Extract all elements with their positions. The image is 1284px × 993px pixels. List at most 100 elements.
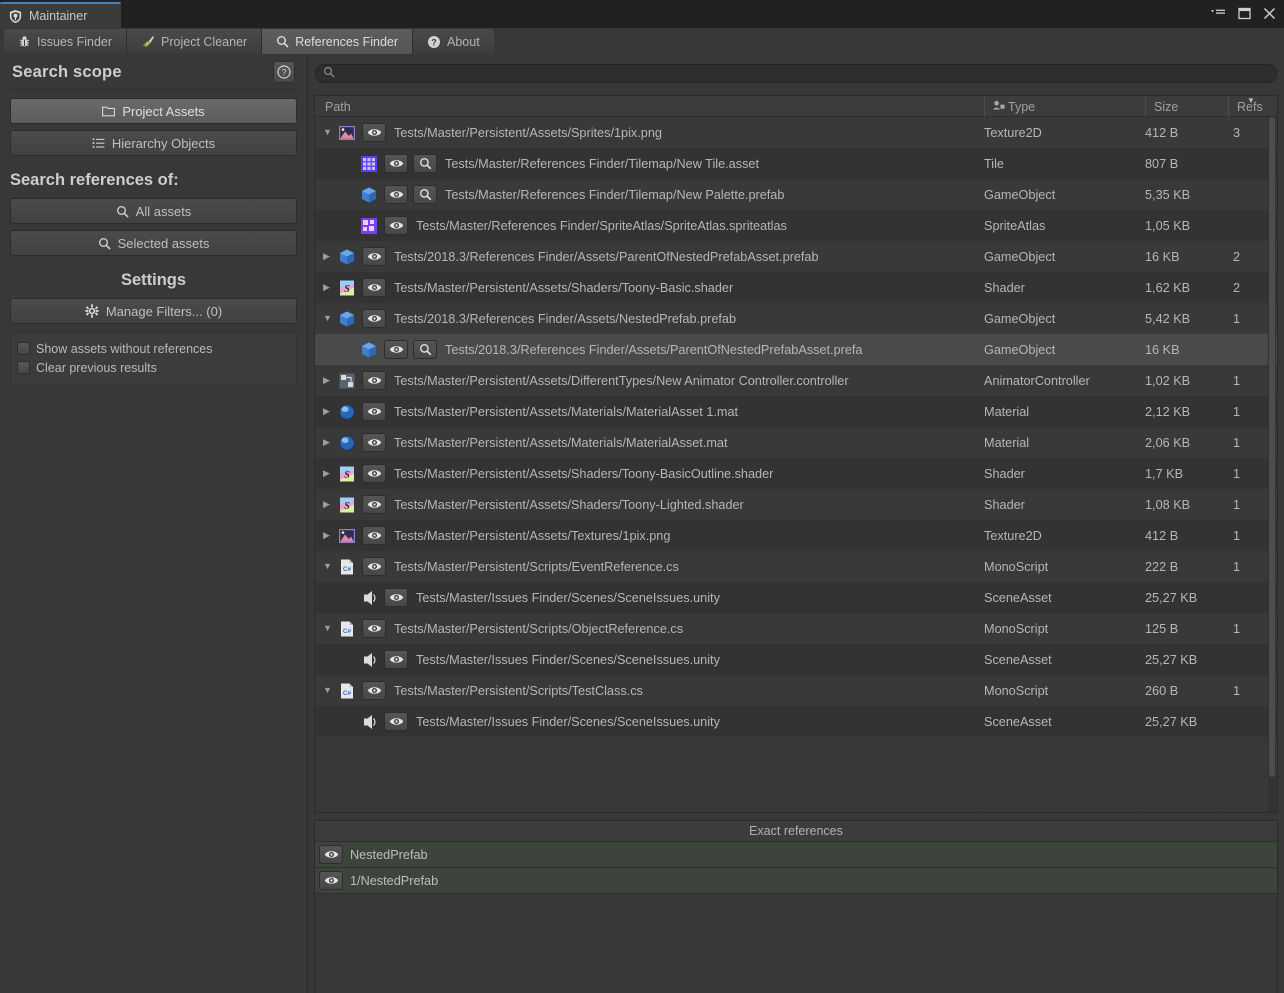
search-all-assets-button[interactable]: All assets [10,198,297,224]
tab-issues-finder[interactable]: Issues Finder [4,29,128,54]
show-in-project-eye-icon[interactable] [384,185,408,204]
row-size: 1,62 KB [1145,280,1191,295]
results-scrollbar[interactable] [1268,117,1276,812]
show-in-project-eye-icon[interactable] [362,433,386,452]
table-row[interactable]: ▼ Tests/2018.3/References Finder/Assets/N… [315,303,1277,334]
table-row[interactable]: Tests/Master/References Finder/Tilemap/N… [315,179,1277,210]
scope-hierarchy-objects-label: Hierarchy Objects [111,135,216,151]
twisty-closed-icon[interactable]: ▶ [323,438,332,447]
show-in-project-eye-icon[interactable] [362,526,386,545]
table-row[interactable]: ▼ C# Tests/Master/Persistent/Scripts/Objec… [315,613,1277,644]
panel-menu-icon[interactable] [1211,7,1226,21]
checkbox-box[interactable] [17,361,30,374]
column-header-type[interactable]: Type [984,96,1035,117]
show-in-project-eye-icon[interactable] [384,650,408,669]
table-row[interactable]: Tests/2018.3/References Finder/Assets/Pa… [315,334,1277,365]
show-in-project-eye-icon[interactable] [384,588,408,607]
table-row[interactable]: ▶ S Tests/Master/Persistent/Assets/Shaders… [315,489,1277,520]
show-in-project-eye-icon[interactable] [362,619,386,638]
column-header-refs[interactable]: ▼ Refs [1228,96,1263,117]
help-button[interactable]: ? [273,61,295,83]
tab-about[interactable]: ? About [413,29,494,54]
scope-project-assets-button[interactable]: Project Assets [10,98,297,124]
results-search-field[interactable] [315,64,1277,83]
exact-reference-row[interactable]: 1/NestedPrefab [315,868,1277,894]
twisty-closed-icon[interactable]: ▶ [323,407,332,416]
scope-hierarchy-objects-button[interactable]: Hierarchy Objects [10,130,297,156]
show-in-project-eye-icon[interactable] [362,464,386,483]
twisty-closed-icon[interactable]: ▶ [323,376,332,385]
table-row[interactable]: ▶ Tests/2018.3/References Finder/Assets/P… [315,241,1277,272]
show-in-project-eye-icon[interactable] [362,402,386,421]
show-in-project-eye-icon[interactable] [362,247,386,266]
column-header-size[interactable]: Size [1145,96,1178,117]
show-in-project-eye-icon[interactable] [362,278,386,297]
table-row[interactable]: Tests/Master/References Finder/SpriteAtl… [315,210,1277,241]
show-in-project-eye-icon[interactable] [384,340,408,359]
table-row[interactable]: ▶ S Tests/Master/Persistent/Assets/Shaders… [315,272,1277,303]
row-refs: 1 [1233,683,1241,698]
script-icon: C# [338,682,356,700]
search-selected-assets-button[interactable]: Selected assets [10,230,297,256]
show-in-project-eye-icon[interactable] [319,871,343,890]
checkbox-show-assets-without-references[interactable]: Show assets without references [17,339,290,358]
column-header-path[interactable]: Path [325,96,351,117]
row-path: Tests/Master/Persistent/Assets/Sprites/1… [394,125,662,140]
show-in-project-eye-icon[interactable] [362,495,386,514]
twisty-open-icon[interactable]: ▼ [323,686,332,695]
show-in-project-eye-icon[interactable] [362,309,386,328]
scene-icon [360,713,378,731]
row-path: Tests/2018.3/References Finder/Assets/Ne… [394,311,737,326]
table-row[interactable]: ▶ Tests/Master/Persistent/Assets/Differen… [315,365,1277,396]
row-refs: 1 [1233,466,1241,481]
twisty-open-icon[interactable]: ▼ [323,562,332,571]
show-in-project-eye-icon[interactable] [384,712,408,731]
checkbox-clear-previous-results[interactable]: Clear previous results [17,358,290,377]
table-row[interactable]: Tests/Master/Issues Finder/Scenes/SceneI… [315,644,1277,675]
twisty-open-icon[interactable]: ▼ [323,128,332,137]
close-icon[interactable] [1263,7,1276,22]
results-scrollbar-thumb[interactable] [1269,117,1275,777]
table-row[interactable]: ▶ S Tests/Master/Persistent/Assets/Shaders… [315,458,1277,489]
show-in-project-eye-icon[interactable] [362,557,386,576]
twisty-closed-icon[interactable]: ▶ [323,252,332,261]
twisty-open-icon[interactable]: ▼ [323,624,332,633]
show-in-project-eye-icon[interactable] [319,845,343,864]
table-row[interactable]: Tests/Master/Issues Finder/Scenes/SceneI… [315,706,1277,737]
table-row[interactable]: ▶ Tests/Master/Persistent/Assets/Material… [315,396,1277,427]
show-in-project-eye-icon[interactable] [384,216,408,235]
table-row[interactable]: ▼ Tests/Master/Persistent/Assets/Sprites/… [315,117,1277,148]
table-row[interactable]: Tests/Master/Issues Finder/Scenes/SceneI… [315,582,1277,613]
row-type: Texture2D [984,125,1042,140]
twisty-closed-icon[interactable]: ▶ [323,469,332,478]
exact-reference-label: NestedPrefab [350,847,428,862]
show-in-project-eye-icon[interactable] [362,371,386,390]
search-input[interactable] [340,66,1276,81]
results-table-body[interactable]: ▼ Tests/Master/Persistent/Assets/Sprites/… [315,117,1277,812]
table-row[interactable]: ▶ Tests/Master/Persistent/Assets/Textures… [315,520,1277,551]
find-references-magnifier-icon[interactable] [413,154,437,173]
twisty-closed-icon[interactable]: ▶ [323,283,332,292]
tab-project-cleaner[interactable]: Project Cleaner [127,29,263,54]
table-row[interactable]: ▼ C# Tests/Master/Persistent/Scripts/TestC… [315,675,1277,706]
exact-reference-row[interactable]: NestedPrefab [315,842,1277,868]
maximize-icon[interactable] [1238,7,1251,22]
find-references-magnifier-icon[interactable] [413,340,437,359]
table-row[interactable]: ▼ C# Tests/Master/Persistent/Scripts/Event… [315,551,1277,582]
window-tab-maintainer[interactable]: Maintainer [0,2,121,28]
manage-filters-button[interactable]: Manage Filters... (0) [10,298,297,324]
twisty-closed-icon[interactable]: ▶ [323,500,332,509]
show-in-project-eye-icon[interactable] [362,123,386,142]
tile-icon [360,155,378,173]
checkbox-box[interactable] [17,342,30,355]
find-references-magnifier-icon[interactable] [413,185,437,204]
tab-references-finder[interactable]: References Finder [262,29,414,54]
show-in-project-eye-icon[interactable] [362,681,386,700]
twisty-open-icon[interactable]: ▼ [323,314,332,323]
table-row[interactable]: Tests/Master/References Finder/Tilemap/N… [315,148,1277,179]
twisty-closed-icon[interactable]: ▶ [323,531,332,540]
row-type: GameObject [984,187,1056,202]
table-row[interactable]: ▶ Tests/Master/Persistent/Assets/Material… [315,427,1277,458]
show-in-project-eye-icon[interactable] [384,154,408,173]
row-type: Shader [984,466,1025,481]
